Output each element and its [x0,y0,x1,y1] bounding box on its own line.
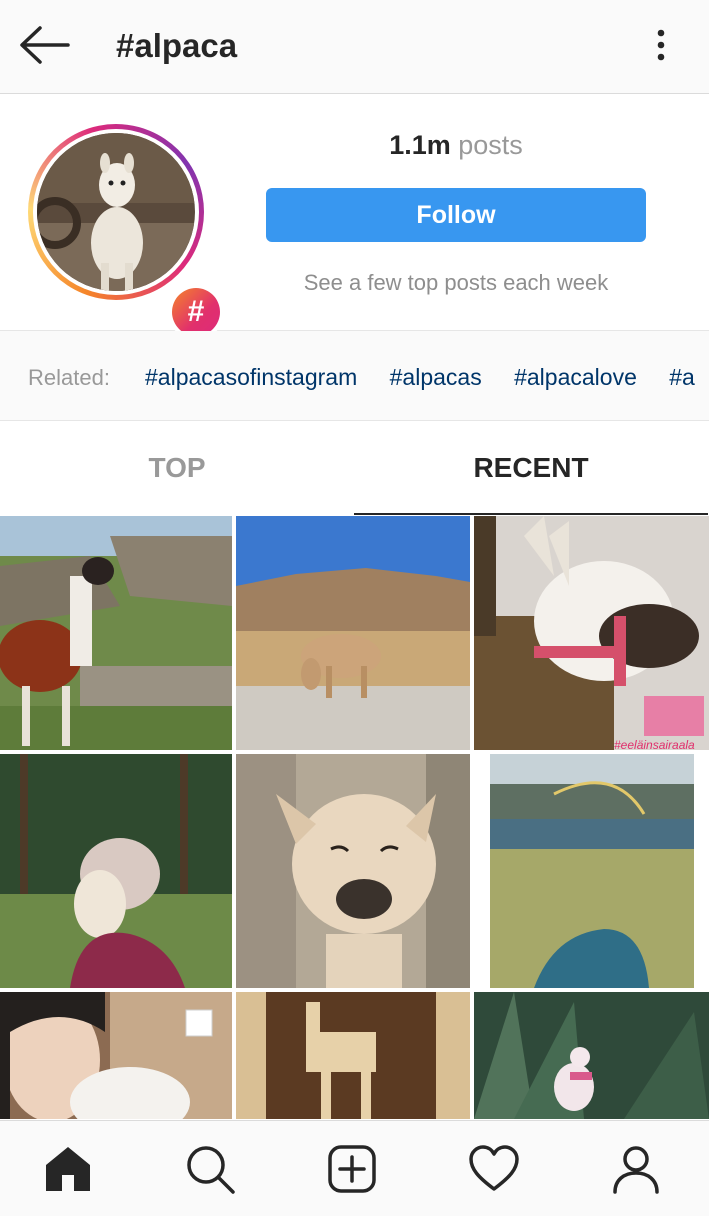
posts-label: posts [458,130,523,160]
grid-post[interactable] [0,754,232,988]
hashtag-title: #alpaca [116,27,238,64]
nav-activity[interactable] [468,1143,520,1195]
heart-icon [469,1145,519,1191]
bottom-nav [0,1120,709,1216]
nav-home[interactable] [42,1143,94,1195]
grid-post[interactable] [474,754,709,988]
more-options-button[interactable] [644,24,678,66]
hashtag-avatar: # [28,124,224,340]
tab-top[interactable]: TOP [0,421,354,513]
avatar-photo [37,133,195,291]
related-label: Related: [28,365,110,390]
arrow-left-icon [20,26,70,64]
follow-button[interactable]: Follow [266,188,646,242]
related-tag[interactable]: #alpacasofinstagram [145,364,357,390]
posts-number: 1.1m [389,130,451,160]
grid-post[interactable] [474,992,709,1119]
follow-hint: See a few top posts each week [303,270,609,295]
home-icon [46,1147,90,1191]
add-post-icon [328,1145,376,1193]
post-tabs: TOP RECENT [0,421,709,515]
related-tag[interactable]: #a [669,364,695,390]
related-hashtags: Related: #alpacasofinstagram #alpacas #a… [0,331,709,421]
grid-post[interactable] [236,516,470,750]
related-tags-list: #alpacasofinstagram #alpacas #alpacalove… [145,364,709,391]
search-icon [187,1146,235,1194]
grid-post[interactable]: #eeläinsairaala [474,516,709,750]
back-button[interactable] [16,22,72,68]
post-overlay-text: #eeläinsairaala [614,738,695,750]
grid-post[interactable] [0,992,232,1119]
post-grid: #eeläinsairaala [0,516,709,1119]
hashtag-badge-symbol: # [172,288,220,336]
top-bar: #alpaca [0,0,709,94]
nav-add-post[interactable] [326,1143,378,1195]
grid-post[interactable] [236,992,470,1119]
related-tag[interactable]: #alpacalove [514,364,637,390]
hashtag-header: # 1.1m posts Follow See a few top posts … [0,94,709,340]
nav-search[interactable] [184,1143,236,1195]
related-tag[interactable]: #alpacas [390,364,482,390]
nav-profile[interactable] [610,1143,662,1195]
grid-post[interactable] [0,516,232,750]
tab-recent[interactable]: RECENT [354,421,708,515]
grid-post[interactable] [236,754,470,988]
profile-icon [613,1146,659,1194]
more-vertical-icon [657,29,665,61]
posts-count: 1.1m posts [266,130,646,161]
